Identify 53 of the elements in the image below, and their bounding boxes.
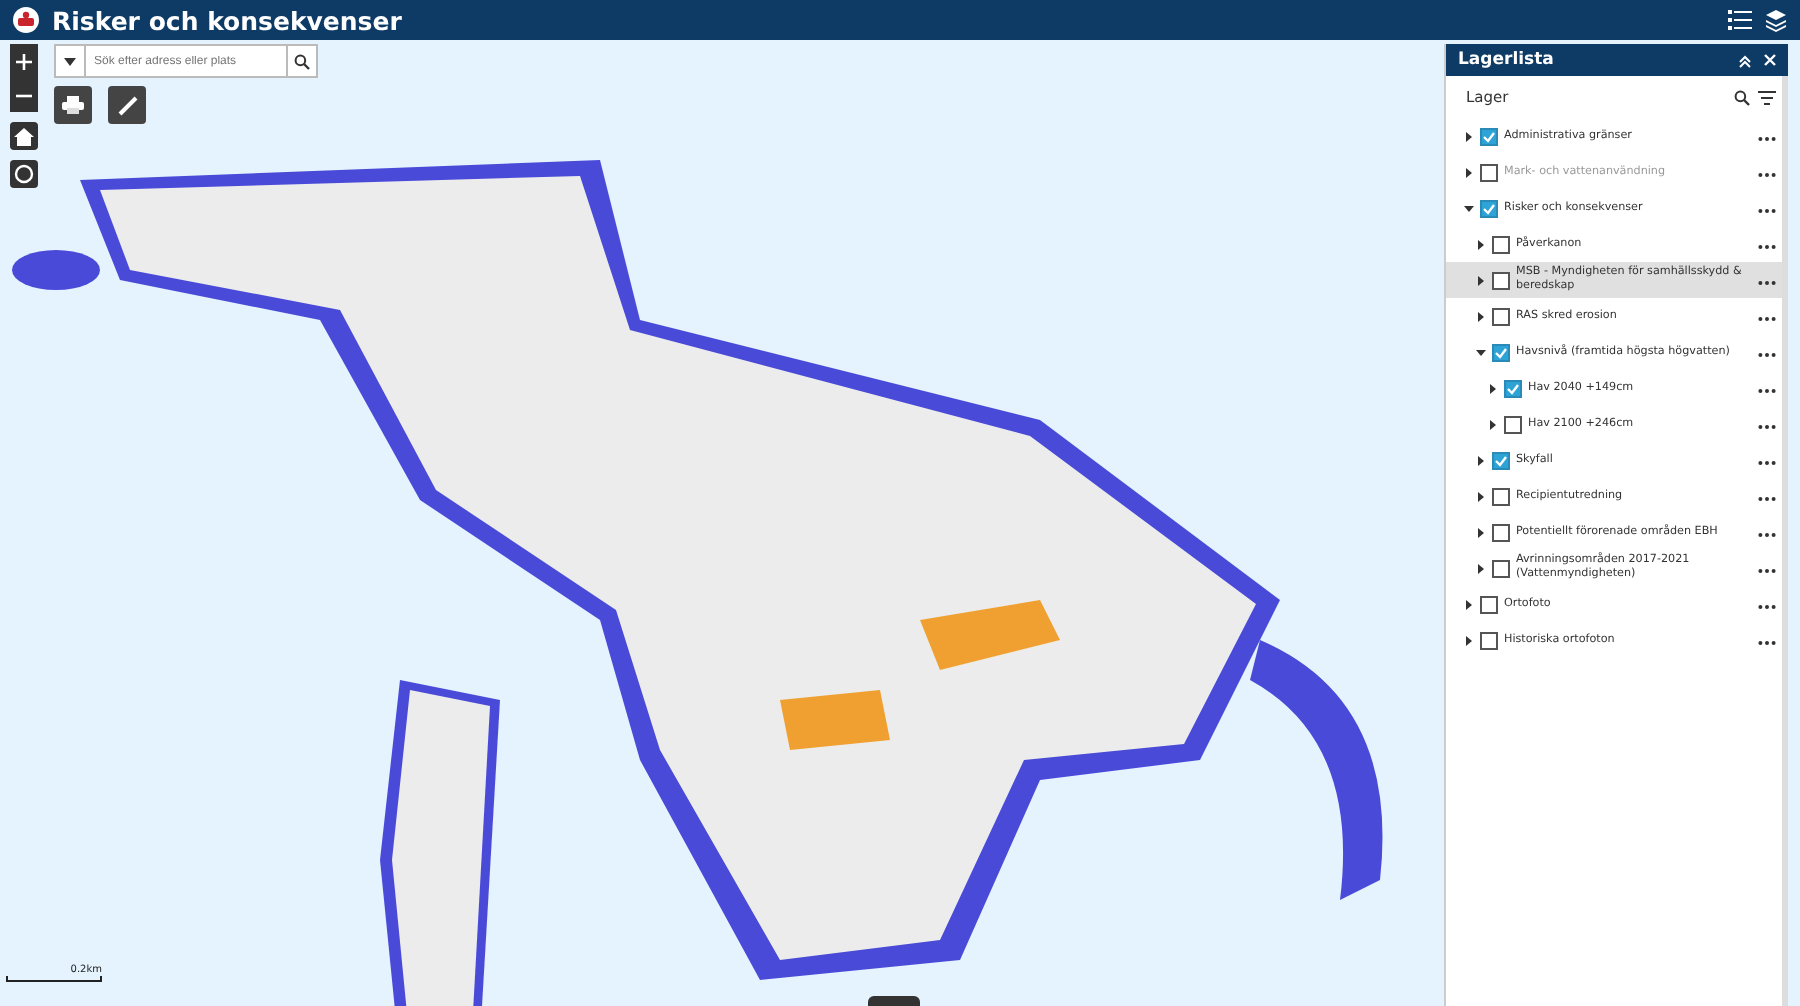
collapse-icon[interactable]: [1738, 53, 1752, 67]
caret-icon: [64, 57, 76, 65]
app-title: Risker och konsekvenser: [52, 5, 404, 35]
panel-title: Lagerlista: [1458, 50, 1556, 70]
layer-checkbox[interactable]: [1492, 271, 1510, 289]
caret-icon[interactable]: [1474, 274, 1486, 286]
layer-checkbox[interactable]: [1492, 235, 1510, 253]
circle-icon: [14, 164, 34, 184]
caret-icon[interactable]: [1474, 238, 1486, 250]
home-button[interactable]: [10, 122, 38, 150]
logo-icon: [12, 6, 40, 34]
search-icon[interactable]: [1734, 89, 1750, 105]
layer-checkbox[interactable]: [1492, 487, 1510, 505]
caret-icon[interactable]: [1462, 634, 1474, 646]
layer-checkbox[interactable]: [1480, 199, 1498, 217]
caret-icon[interactable]: [1486, 382, 1498, 394]
printer-icon: [62, 96, 84, 114]
list-icon[interactable]: [1728, 10, 1752, 30]
caret-icon[interactable]: [1462, 598, 1474, 610]
layer-checkbox[interactable]: [1504, 415, 1522, 433]
ruler-icon: [117, 95, 137, 115]
layer-checkbox[interactable]: [1492, 343, 1510, 361]
caret-icon[interactable]: [1474, 562, 1486, 574]
layer-checkbox[interactable]: [1480, 631, 1498, 649]
plus-icon: [16, 53, 32, 69]
print-button[interactable]: [54, 86, 92, 124]
search-icon: [294, 53, 310, 69]
layers-icon[interactable]: [1764, 8, 1788, 32]
layer-checkbox[interactable]: [1492, 523, 1510, 541]
expand-tab[interactable]: [868, 996, 920, 1006]
minus-icon: [16, 93, 32, 97]
measure-button[interactable]: [108, 86, 146, 124]
caret-icon[interactable]: [1474, 454, 1486, 466]
caret-icon[interactable]: [1462, 130, 1474, 142]
layer-checkbox[interactable]: [1492, 451, 1510, 469]
dropdown-button[interactable]: [54, 44, 86, 78]
layer-checkbox[interactable]: [1504, 379, 1522, 397]
layer-checkbox[interactable]: [1492, 307, 1510, 325]
caret-icon[interactable]: [1474, 310, 1486, 322]
layer-checkbox[interactable]: [1480, 595, 1498, 613]
caret-icon[interactable]: [1474, 346, 1486, 358]
close-icon[interactable]: [1764, 54, 1776, 66]
home-icon: [14, 127, 34, 145]
caret-icon[interactable]: [1462, 202, 1474, 214]
layer-checkbox[interactable]: [1492, 559, 1510, 577]
search-button[interactable]: [286, 44, 318, 78]
caret-icon[interactable]: [1486, 418, 1498, 430]
caret-icon[interactable]: [1474, 526, 1486, 538]
layer-checkbox[interactable]: [1480, 127, 1498, 145]
locate-button[interactable]: [10, 160, 38, 188]
filter-icon[interactable]: [1758, 89, 1776, 105]
scale-bar: [6, 976, 102, 982]
caret-icon[interactable]: [1474, 490, 1486, 502]
